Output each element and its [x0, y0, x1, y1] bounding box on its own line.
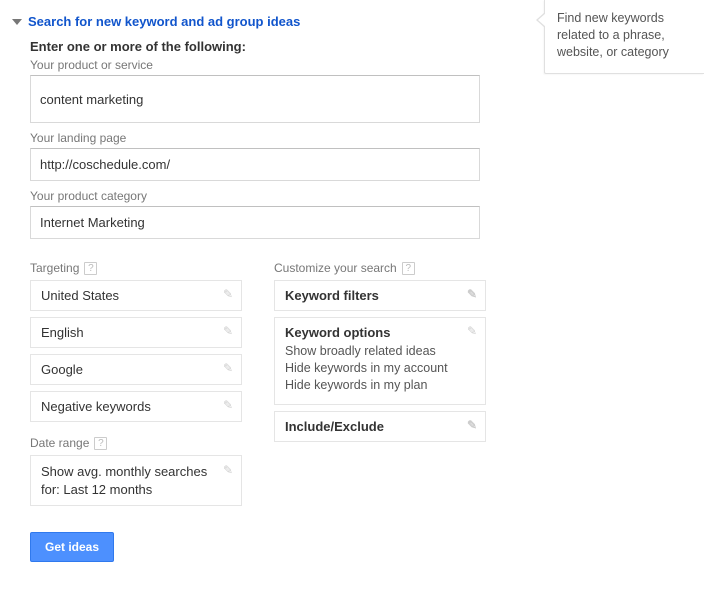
keyword-planner-form: Search for new keyword and ad group idea…: [0, 0, 530, 578]
product-input[interactable]: [30, 75, 480, 123]
category-input[interactable]: [30, 206, 480, 239]
keyword-filters-label: Keyword filters: [285, 288, 379, 303]
keyword-options-line1: Show broadly related ideas: [285, 344, 475, 358]
targeting-negative[interactable]: Negative keywords ✎: [30, 391, 242, 422]
pencil-icon: ✎: [223, 361, 233, 375]
help-icon[interactable]: ?: [84, 262, 97, 275]
customize-column: Customize your search ? Keyword filters …: [274, 261, 486, 506]
landing-label: Your landing page: [30, 131, 518, 145]
pencil-icon: ✎: [223, 287, 233, 301]
targeting-negative-value: Negative keywords: [41, 399, 151, 414]
section-header[interactable]: Search for new keyword and ad group idea…: [12, 14, 518, 29]
customize-section-label: Customize your search ?: [274, 261, 486, 275]
get-ideas-button[interactable]: Get ideas: [30, 532, 114, 562]
tooltip-text: Find new keywords related to a phrase, w…: [557, 11, 669, 59]
targeting-label-text: Targeting: [30, 261, 79, 275]
tooltip-panel: Find new keywords related to a phrase, w…: [544, 0, 704, 74]
keyword-options-title: Keyword options: [285, 325, 475, 340]
pencil-icon: ✎: [467, 418, 477, 432]
date-range-line2: for: Last 12 months: [41, 481, 231, 499]
keyword-options-line2: Hide keywords in my account: [285, 361, 475, 375]
targeting-column: Targeting ? United States ✎ English ✎ Go…: [30, 261, 242, 506]
pencil-icon: ✎: [467, 324, 477, 338]
date-range-box[interactable]: ✎ Show avg. monthly searches for: Last 1…: [30, 455, 242, 506]
instruction-text: Enter one or more of the following:: [30, 39, 518, 54]
targeting-location[interactable]: United States ✎: [30, 280, 242, 311]
pencil-icon: ✎: [223, 324, 233, 338]
keyword-filters-box[interactable]: Keyword filters ✎: [274, 280, 486, 311]
category-field-block: Your product category: [30, 189, 518, 239]
targeting-language[interactable]: English ✎: [30, 317, 242, 348]
pencil-icon: ✎: [223, 462, 233, 478]
targeting-section-label: Targeting ?: [30, 261, 242, 275]
help-icon[interactable]: ?: [402, 262, 415, 275]
customize-label-text: Customize your search: [274, 261, 397, 275]
keyword-options-box[interactable]: ✎ Keyword options Show broadly related i…: [274, 317, 486, 405]
landing-field-block: Your landing page: [30, 131, 518, 181]
category-label: Your product category: [30, 189, 518, 203]
section-title: Search for new keyword and ad group idea…: [28, 14, 300, 29]
pencil-icon: ✎: [467, 287, 477, 301]
collapse-triangle-icon: [12, 19, 22, 25]
include-exclude-label: Include/Exclude: [285, 419, 384, 434]
date-range-section-label: Date range ?: [30, 436, 242, 450]
landing-input[interactable]: [30, 148, 480, 181]
include-exclude-box[interactable]: Include/Exclude ✎: [274, 411, 486, 442]
targeting-network-value: Google: [41, 362, 83, 377]
pencil-icon: ✎: [223, 398, 233, 412]
targeting-location-value: United States: [41, 288, 119, 303]
keyword-options-line3: Hide keywords in my plan: [285, 378, 475, 392]
product-label: Your product or service: [30, 58, 518, 72]
date-range-label-text: Date range: [30, 436, 89, 450]
product-field-block: Your product or service: [30, 58, 518, 123]
help-icon[interactable]: ?: [94, 437, 107, 450]
targeting-network[interactable]: Google ✎: [30, 354, 242, 385]
date-range-line1: Show avg. monthly searches: [41, 463, 231, 481]
targeting-language-value: English: [41, 325, 84, 340]
